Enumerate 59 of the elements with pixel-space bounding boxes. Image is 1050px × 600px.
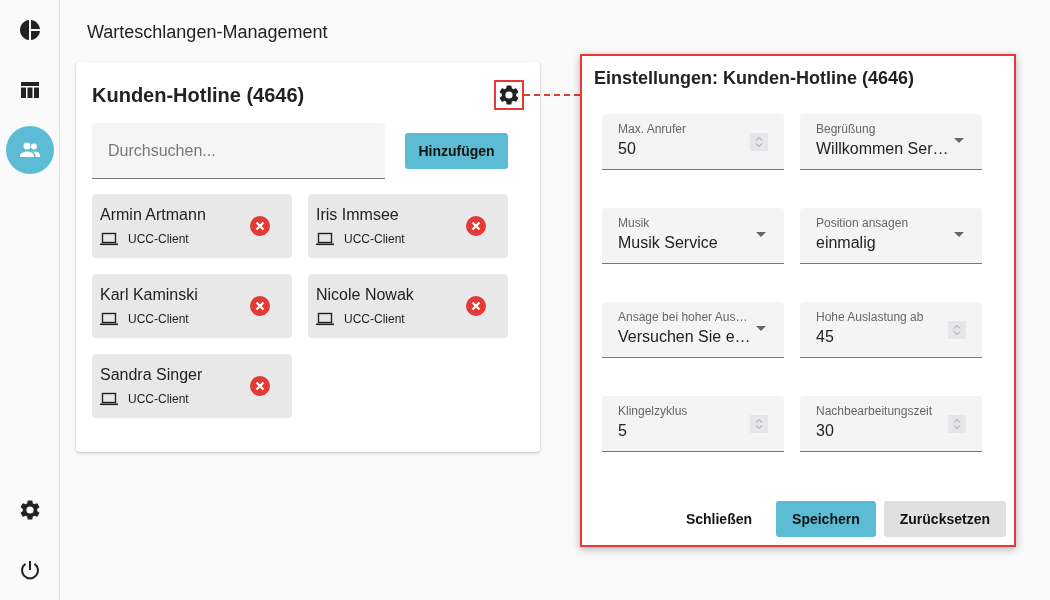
add-button[interactable]: Hinzufügen <box>405 133 508 169</box>
field-label: Hohe Auslastung ab <box>816 310 925 324</box>
select-field[interactable]: Begrüßung Willkommen Ser… <box>800 114 982 170</box>
agent-name: Sandra Singer <box>100 366 203 384</box>
remove-icon[interactable] <box>250 216 270 236</box>
search-field[interactable]: Durchsuchen... <box>92 123 385 179</box>
field-value: Willkommen Ser… <box>816 140 949 158</box>
dialog-secondary-button[interactable]: Zurücksetzen <box>883 501 1006 537</box>
remove-icon[interactable] <box>466 296 486 316</box>
field-value: 45 <box>816 328 834 346</box>
client-label: UCC-Client <box>128 232 189 246</box>
remove-icon[interactable] <box>250 376 270 396</box>
remove-icon[interactable] <box>466 216 486 236</box>
laptop-icon <box>100 312 118 326</box>
field-value: 30 <box>816 422 834 440</box>
select-field[interactable]: Musik Musik Service <box>602 208 784 264</box>
agent-name: Karl Kaminski <box>100 286 198 304</box>
pie-chart-icon <box>17 18 42 42</box>
client-label: UCC-Client <box>128 392 189 406</box>
number-field[interactable]: Hohe Auslastung ab 45 <box>800 302 982 358</box>
number-field[interactable]: Nachbearbeitungszeit 30 <box>800 396 982 452</box>
client-label: UCC-Client <box>344 312 405 326</box>
caret-icon <box>954 232 964 237</box>
field-label: Max. Anrufer <box>618 122 688 136</box>
laptop-icon <box>316 312 334 326</box>
field-label: Position ansagen <box>816 216 910 230</box>
select-field[interactable]: Position ansagen einmalig <box>800 208 982 264</box>
agent-name: Iris Immsee <box>316 206 400 224</box>
queue-title: Kunden-Hotline (4646) <box>92 83 305 107</box>
queue-settings-button[interactable] <box>494 80 524 110</box>
remove-icon[interactable] <box>250 296 270 316</box>
field-value: 50 <box>618 140 636 158</box>
laptop-icon <box>100 232 118 246</box>
field-label: Nachbearbeitungszeit <box>816 404 934 418</box>
caret-icon <box>954 138 964 143</box>
dialog-primary-button[interactable]: Speichern <box>776 501 876 537</box>
laptop-icon <box>100 392 118 406</box>
agent-name: Armin Artmann <box>100 206 206 224</box>
agent-name: Nicole Nowak <box>316 286 414 304</box>
number-field[interactable]: Max. Anrufer 50 <box>602 114 784 170</box>
laptop-icon <box>316 232 334 246</box>
field-value: Musik Service <box>618 234 718 252</box>
nav-people-button[interactable] <box>5 126 54 174</box>
field-value: 5 <box>618 422 627 440</box>
field-value: einmalig <box>816 234 876 252</box>
select-field[interactable]: Ansage bei hoher Aus… Versuchen Sie e… <box>602 302 784 358</box>
client-label: UCC-Client <box>344 232 405 246</box>
field-label: Begrüßung <box>816 122 877 136</box>
dialog-text-button[interactable]: Schließen <box>669 501 769 537</box>
caret-icon <box>756 326 766 331</box>
field-value: Versuchen Sie e… <box>618 328 751 346</box>
field-label: Ansage bei hoher Aus… <box>618 310 749 324</box>
caret-icon <box>756 232 766 237</box>
field-label: Musik <box>618 216 651 230</box>
client-label: UCC-Client <box>128 312 189 326</box>
dialog-title: Einstellungen: Kunden-Hotline (4646) <box>594 68 916 89</box>
number-field[interactable]: Klingelzyklus 5 <box>602 396 784 452</box>
page-title: Warteschlangen-Management <box>87 22 329 44</box>
field-label: Klingelzyklus <box>618 404 689 418</box>
